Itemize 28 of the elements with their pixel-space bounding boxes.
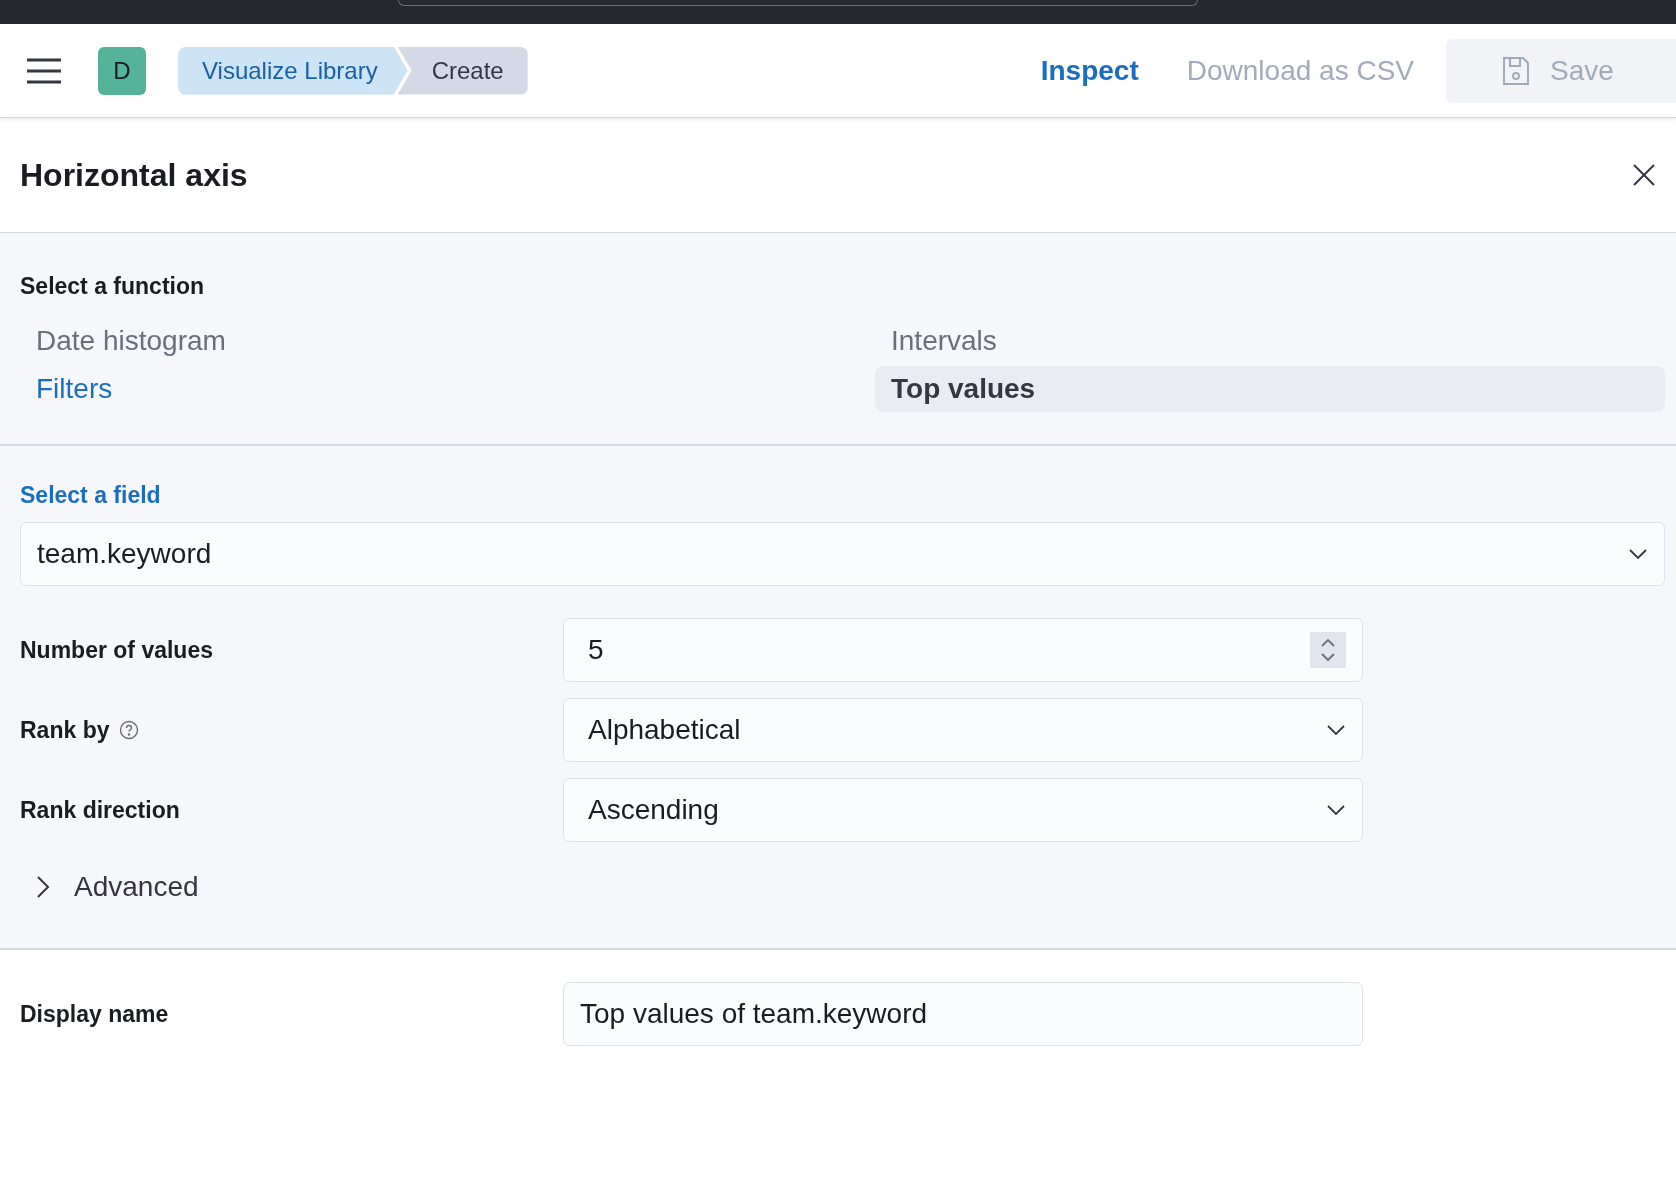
flyout-title: Horizontal axis (20, 156, 248, 195)
breadcrumb[interactable]: Visualize Library (178, 46, 408, 95)
menu-icon[interactable] (27, 57, 61, 84)
function-option[interactable]: Top values (875, 365, 1665, 412)
help-icon[interactable] (119, 720, 140, 740)
chevron-right-icon (36, 875, 50, 899)
close-icon[interactable] (1632, 163, 1656, 187)
select-field[interactable]: Alphabetical (563, 698, 1363, 762)
setting-label: Rank direction (20, 795, 180, 825)
number-field[interactable]: 5 (563, 618, 1363, 682)
chevron-down-icon (1326, 804, 1346, 816)
setting-label: Number of values (20, 635, 213, 665)
select-field[interactable]: Ascending (563, 778, 1363, 842)
save-icon (1502, 55, 1530, 86)
field-select[interactable]: team.keyword (20, 522, 1665, 586)
stepper-icon[interactable] (1310, 632, 1346, 668)
breadcrumb[interactable]: Create (397, 46, 528, 95)
header-link[interactable]: Inspect (1040, 49, 1139, 92)
advanced-toggle[interactable]: Advanced (36, 866, 1665, 908)
chevron-down-icon (1628, 548, 1648, 560)
field-label: Select a field (20, 480, 162, 510)
function-option[interactable]: Filters (20, 365, 875, 412)
setting-label: Display name (20, 999, 170, 1029)
section-label: Select a function (20, 272, 206, 301)
display-name-field[interactable]: Top values of team.keyword (563, 982, 1363, 1046)
chevron-down-icon (1326, 724, 1346, 736)
setting-label: Rank by (20, 715, 110, 745)
avatar[interactable]: D (98, 46, 146, 95)
